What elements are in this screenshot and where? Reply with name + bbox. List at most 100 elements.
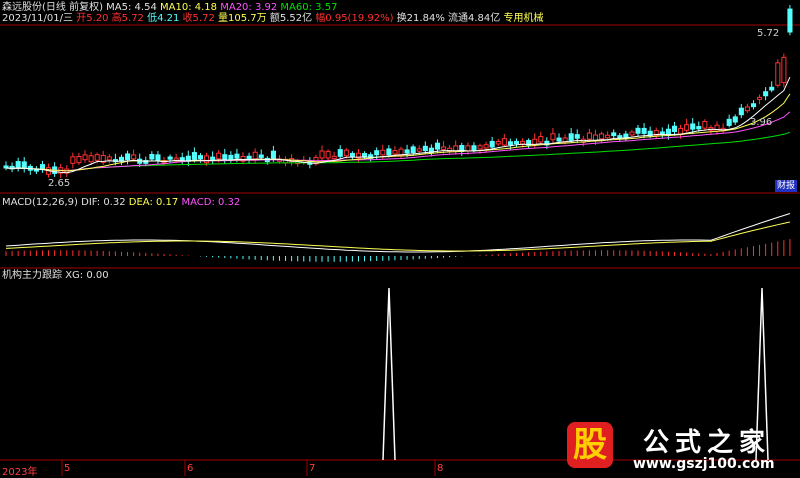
candle-body xyxy=(204,155,210,164)
candle-body xyxy=(611,132,617,137)
candle-body xyxy=(495,140,501,145)
macd-title: MACD(12,26,9) xyxy=(2,197,78,208)
candle-body xyxy=(738,107,744,116)
candle-body xyxy=(422,145,428,152)
candle-body xyxy=(228,154,234,160)
candle-body xyxy=(15,161,21,168)
xg-value: XG: 0.00 xyxy=(65,270,109,281)
watermark: 股 公式之家 www.gszj100.com xyxy=(555,420,800,476)
candle-body xyxy=(76,156,82,164)
candle-body xyxy=(501,138,507,146)
candle-body xyxy=(392,150,398,155)
candle-body xyxy=(671,125,678,132)
candle-body xyxy=(82,154,88,161)
macd-value: MACD: 0.32 xyxy=(181,197,241,208)
candle-body xyxy=(374,150,380,156)
candle-body xyxy=(258,154,264,158)
candle-body xyxy=(125,153,131,161)
candle-body xyxy=(216,152,222,160)
candle-body xyxy=(325,150,331,159)
watermark-logo: 股 xyxy=(567,422,613,468)
candle-body xyxy=(434,142,441,150)
candle-body xyxy=(678,127,684,135)
candle-body xyxy=(726,118,732,126)
candle-body xyxy=(477,145,483,150)
candle-body xyxy=(641,127,647,134)
macd-dif-line xyxy=(5,213,791,253)
candle-body xyxy=(131,154,137,160)
candle-body xyxy=(191,152,197,160)
candle-body xyxy=(416,148,422,152)
candle-body xyxy=(337,149,343,157)
candle-body xyxy=(234,153,240,159)
xg-header: 机构主力跟踪 XG: 0.00 xyxy=(2,270,109,282)
candle-body xyxy=(343,149,349,157)
candle-body xyxy=(605,134,611,139)
candle-body xyxy=(599,133,605,140)
ma60-line xyxy=(5,131,791,172)
candle-body xyxy=(386,148,392,156)
axis-month-label: 6 xyxy=(187,463,194,474)
watermark-url: www.gszj100.com xyxy=(633,456,775,472)
xg-signal-spike xyxy=(382,287,396,461)
candle-body xyxy=(270,150,276,159)
candle-body xyxy=(538,136,544,143)
candle-body xyxy=(465,145,471,152)
candle-body xyxy=(550,133,556,141)
candle-body xyxy=(21,161,27,170)
candle-body xyxy=(94,154,100,161)
candle-body xyxy=(197,155,204,160)
candle-body xyxy=(441,146,447,150)
candle-body xyxy=(757,96,763,100)
candle-body xyxy=(349,152,355,158)
candle-body xyxy=(252,151,258,160)
macd-header: MACD(12,26,9) DIF: 0.32 DEA: 0.17 MACD: … xyxy=(2,197,240,209)
candle-body xyxy=(507,141,513,146)
candle-body xyxy=(763,91,769,97)
axis-month-label: 8 xyxy=(437,463,444,474)
report-badge[interactable]: 财报 xyxy=(775,180,797,192)
candle-body xyxy=(149,153,155,160)
candle-body xyxy=(750,103,757,108)
high-price-label: 5.72 xyxy=(757,28,780,39)
candle-body xyxy=(714,124,720,132)
mid-price-label: 3.96 xyxy=(750,117,773,128)
candle-body xyxy=(690,123,696,130)
candle-body xyxy=(562,137,568,143)
candle-body xyxy=(787,8,793,33)
candle-body xyxy=(696,126,702,130)
candle-body xyxy=(489,140,495,148)
candle-body xyxy=(568,133,574,141)
candle-body xyxy=(380,149,386,156)
candle-body xyxy=(483,144,489,149)
candle-body xyxy=(331,155,337,160)
xg-title: 机构主力跟踪 xyxy=(2,270,62,281)
macd-dea: DEA: 0.17 xyxy=(128,197,179,208)
candle-body xyxy=(155,154,161,162)
candle-body xyxy=(471,145,477,151)
candle-body xyxy=(210,156,216,161)
watermark-title: 公式之家 xyxy=(643,428,772,458)
macd-group xyxy=(5,213,791,262)
candle-body xyxy=(586,132,592,140)
candle-body xyxy=(404,149,410,154)
candle-body xyxy=(410,146,416,154)
candle-body xyxy=(70,156,76,164)
candle-body xyxy=(319,150,325,159)
candle-body xyxy=(775,62,781,86)
candle-body xyxy=(106,156,112,161)
low-price-label: 2.65 xyxy=(48,178,71,189)
candle-body xyxy=(684,124,690,131)
candle-body xyxy=(732,116,738,123)
macd-dea-line xyxy=(5,221,791,252)
candle-body xyxy=(635,127,641,134)
candle-body xyxy=(629,131,635,136)
candle-body xyxy=(520,140,526,145)
candle-body xyxy=(769,86,775,91)
candle-body xyxy=(744,106,750,112)
kline-chart[interactable] xyxy=(0,0,800,476)
candle-body xyxy=(167,156,173,160)
candle-body xyxy=(574,134,580,139)
candle-body xyxy=(702,121,708,129)
candle-body xyxy=(556,137,562,142)
